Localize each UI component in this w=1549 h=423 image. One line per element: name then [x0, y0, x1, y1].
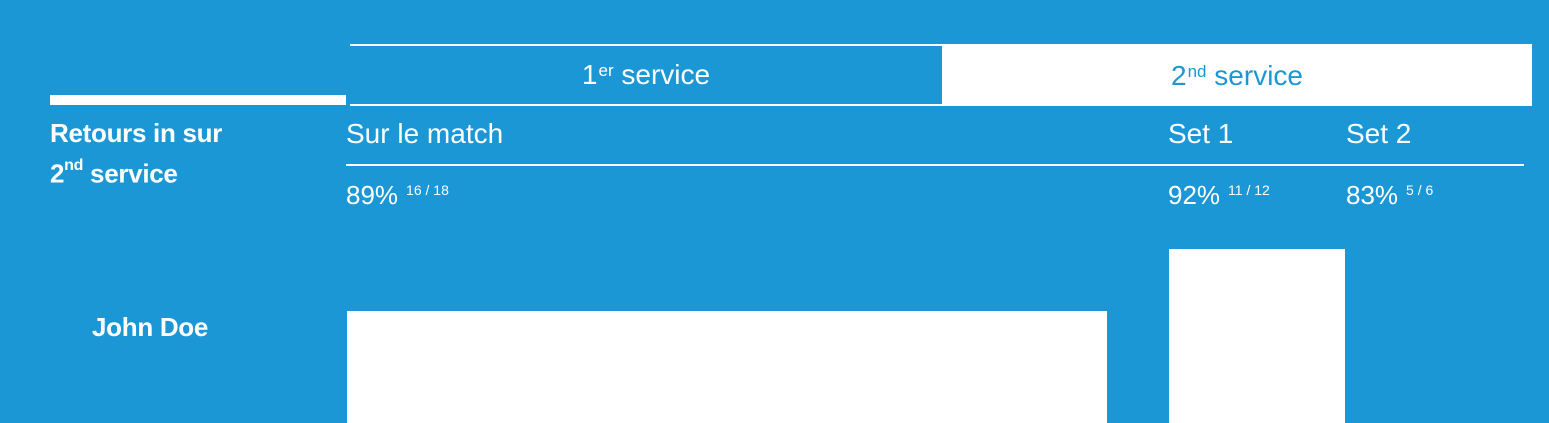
bar-match [347, 311, 1107, 423]
column-set2-label: Set 2 [1346, 118, 1412, 149]
tab-first-service[interactable]: 1 er service [350, 46, 942, 106]
bar-set1 [1169, 249, 1345, 423]
stat-set2-fraction: 5 / 6 [1406, 182, 1434, 198]
tab-second-service[interactable]: 2nd service [942, 46, 1532, 106]
tab-second-service-label: service [1206, 60, 1303, 91]
tab-first-service-label: service [613, 59, 711, 90]
tab-first-service-suffix: er [598, 61, 614, 80]
stat-set1-percent: 92% [1168, 180, 1221, 210]
stat-set2: 83% 5 / 6 [1346, 180, 1433, 211]
stat-set1-fraction: 11 / 12 [1228, 182, 1270, 198]
stat-match-percent: 89% [346, 180, 399, 210]
stat-heading-suffix: nd [64, 157, 84, 174]
header-divider [346, 164, 1524, 166]
stat-match-fraction: 16 / 18 [406, 182, 449, 198]
column-set1-label: Set 1 [1168, 118, 1234, 149]
stat-match: 89% 16 / 18 [346, 180, 449, 211]
column-match-label: Sur le match [346, 118, 504, 149]
stat-set2-percent: 83% [1346, 180, 1399, 210]
tab-second-service-suffix: nd [1187, 62, 1207, 81]
stat-heading-line2: 2nd service [50, 151, 340, 192]
heading-rule [50, 95, 346, 105]
service-tabs: 1 er service 2nd service [350, 44, 1532, 106]
stat-heading-rest: service [83, 158, 178, 189]
stat-heading-line1: Retours in sur [50, 118, 223, 148]
stat-heading: Retours in sur 2nd service [50, 115, 340, 192]
tab-first-service-number: 1 [581, 59, 598, 90]
tab-second-service-number: 2 [1171, 60, 1187, 91]
player-name: John Doe [92, 312, 209, 342]
stat-heading-number: 2 [50, 158, 65, 189]
stat-set1: 92% 11 / 12 [1168, 180, 1270, 211]
